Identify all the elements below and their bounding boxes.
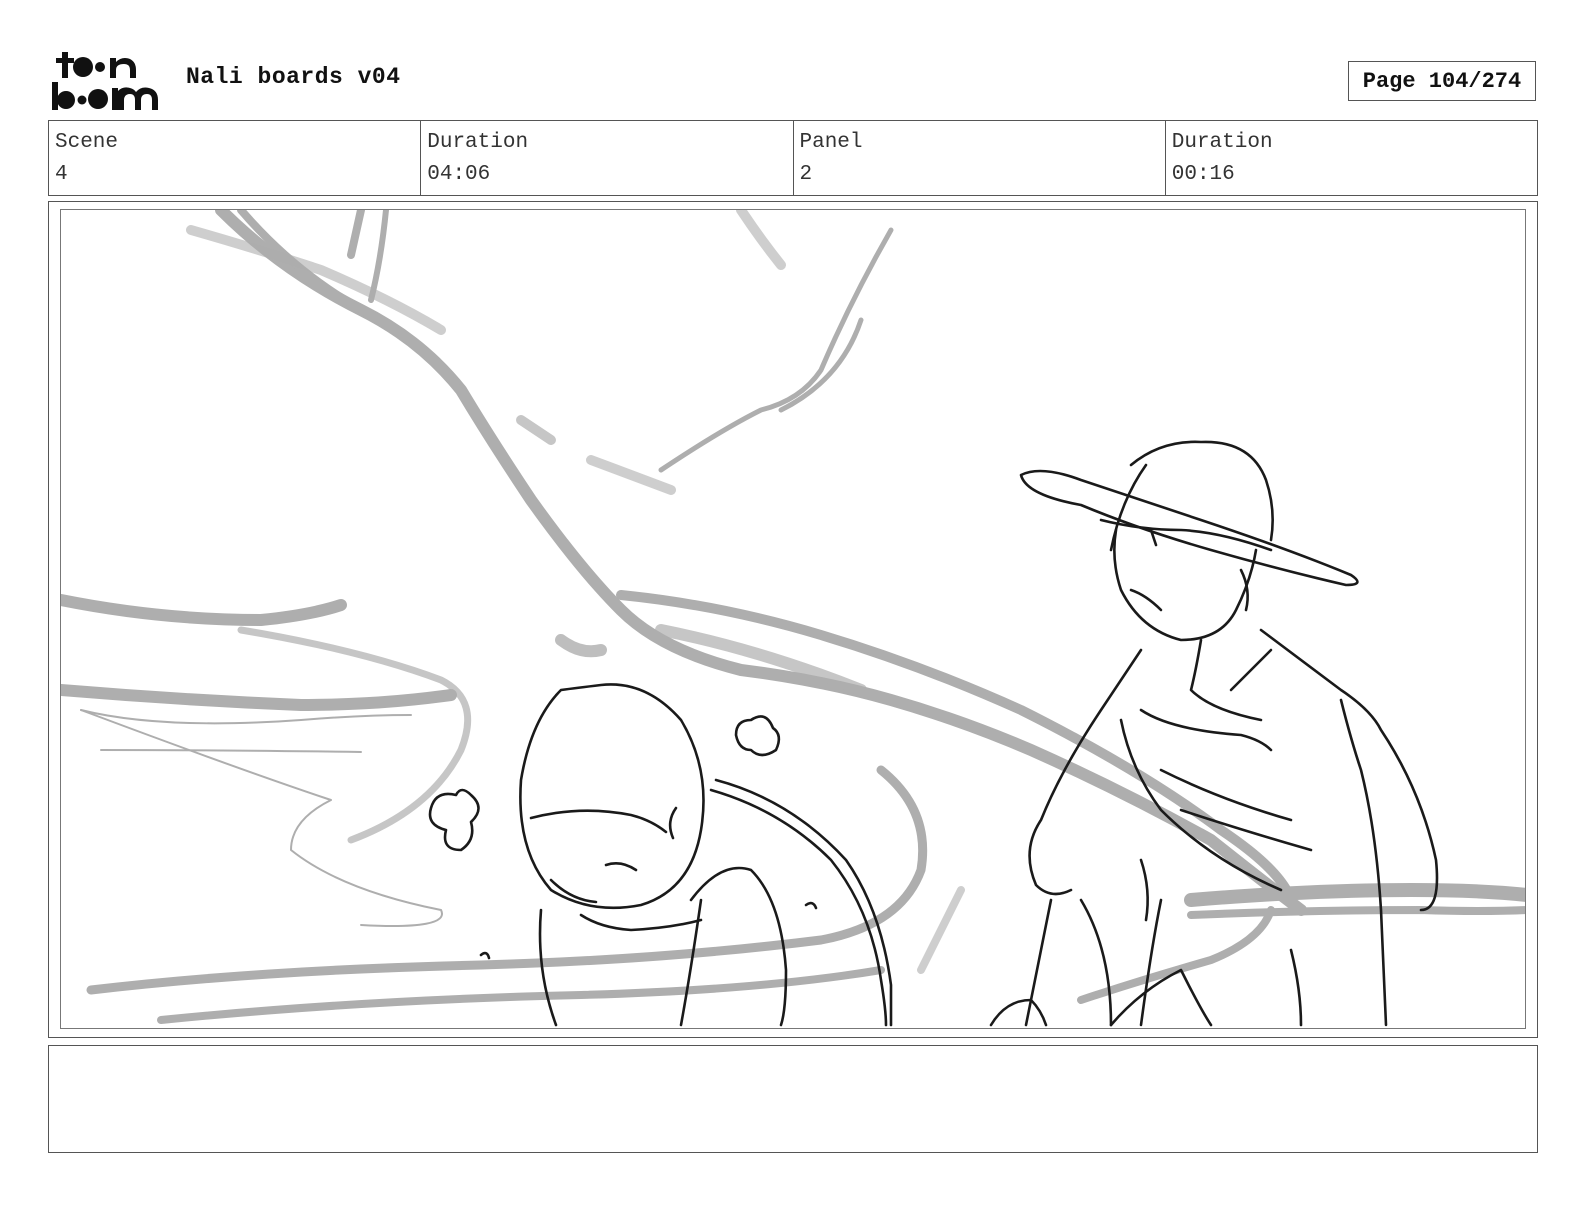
scene-cell: Scene 4 [49, 121, 422, 195]
panel-duration-value: 00:16 [1171, 163, 1235, 186]
panel-value: 2 [799, 163, 813, 186]
scene-duration-label: Duration [427, 131, 529, 154]
storyboard-panel-frame [48, 201, 1538, 1038]
scene-label: Scene [55, 131, 119, 154]
toonboom-logo [52, 52, 158, 110]
document-title: Nali boards v04 [186, 64, 401, 90]
panel-cell: Panel 2 [794, 121, 1166, 195]
panel-duration-cell: Duration 00:16 [1166, 121, 1537, 195]
panel-duration-label: Duration [1171, 131, 1273, 154]
page-counter: Page 104/274 [1348, 61, 1536, 101]
storyboard-sketch [61, 210, 1525, 1027]
panel-label: Panel [799, 131, 863, 154]
scene-duration-value: 04:06 [427, 163, 491, 186]
scene-value: 4 [55, 163, 68, 186]
panel-notes-box [48, 1045, 1538, 1153]
storyboard-panel [60, 209, 1526, 1029]
scene-duration-cell: Duration 04:06 [421, 121, 794, 195]
scene-info-row: Scene 4 Duration 04:06 Panel 2 Duration … [48, 120, 1538, 196]
